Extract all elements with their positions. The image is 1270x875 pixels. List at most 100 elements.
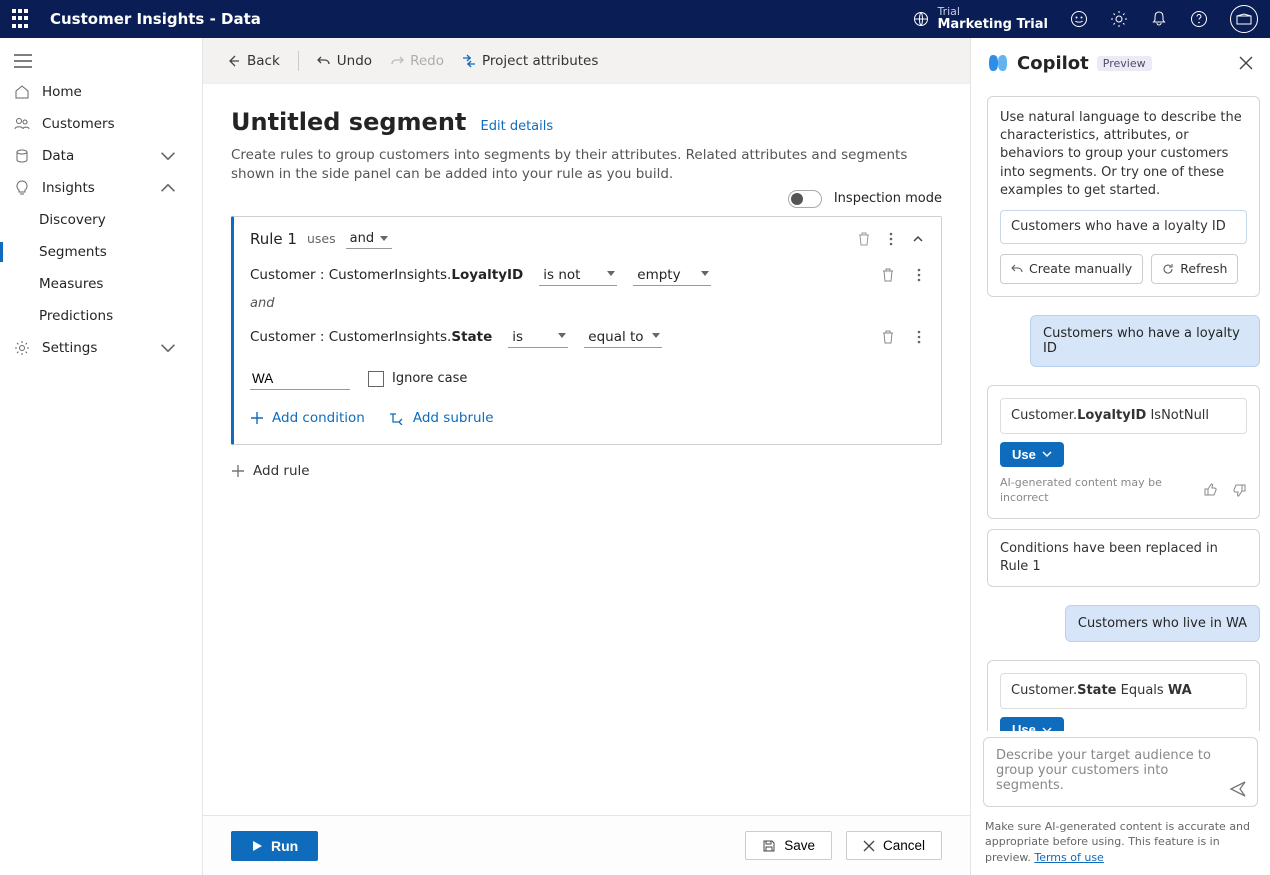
copilot-input-placeholder: Describe your target audience to group y… [996,748,1211,793]
more-icon[interactable] [917,329,921,345]
ignore-case-label: Ignore case [392,371,467,386]
avatar-icon [1236,13,1252,25]
project-attributes-button[interactable]: Project attributes [462,53,598,69]
save-label: Save [784,838,815,853]
use-label: Use [1012,722,1036,731]
feedback-icon[interactable] [1070,10,1088,28]
add-condition-button[interactable]: Add condition [250,410,365,426]
copilot-intro-text: Use natural language to describe the cha… [1000,109,1247,200]
back-button[interactable]: Back [227,53,280,69]
value-text: empty [637,267,680,283]
run-button[interactable]: Run [231,831,318,861]
help-icon[interactable] [1190,10,1208,28]
copilot-suggestion[interactable]: Customers who have a loyalty ID [1000,210,1247,244]
value-select[interactable]: equal to [584,327,662,348]
globe-icon [913,11,929,27]
gear-icon [14,340,30,356]
rule-uses-label: uses [307,231,336,246]
sidebar-item-insights[interactable]: Insights [0,172,202,204]
add-rule-button[interactable]: Add rule [231,463,942,479]
separator [298,51,299,71]
sidebar-item-predictions[interactable]: Predictions [0,300,202,332]
subrule-icon [389,411,405,425]
sidebar-toggle[interactable] [0,46,202,76]
more-icon[interactable] [889,231,893,247]
add-subrule-label: Add subrule [413,410,494,426]
sidebar-item-data[interactable]: Data [0,140,202,172]
value-input[interactable] [250,368,350,390]
sidebar-item-label: Home [42,84,82,100]
refresh-icon [1162,263,1174,275]
rule-card: Rule 1 uses and Customer : CustomerInsig… [231,216,942,445]
sidebar-item-label: Customers [42,116,115,132]
thumbs-up-icon[interactable] [1203,482,1219,498]
refresh-label: Refresh [1180,260,1227,278]
value-select[interactable]: empty [633,265,711,286]
user-message: Customers who have a loyalty ID [1030,315,1260,367]
add-subrule-button[interactable]: Add subrule [389,410,494,426]
sidebar-item-discovery[interactable]: Discovery [0,204,202,236]
condition-row: Customer : CustomerInsights.State is equ… [250,327,925,348]
rule-logic-value: and [350,231,374,246]
cancel-button[interactable]: Cancel [846,831,942,860]
copilot-intro-card: Use natural language to describe the cha… [987,96,1260,297]
sidebar-item-home[interactable]: Home [0,76,202,108]
trash-icon[interactable] [857,231,871,247]
undo-icon [1011,263,1023,275]
redo-button[interactable]: Redo [390,53,444,69]
thumbs-down-icon[interactable] [1231,482,1247,498]
ai-note: AI-generated content may be incorrect [1000,475,1191,506]
copilot-scroll[interactable]: Use natural language to describe the cha… [971,80,1270,731]
bell-icon[interactable] [1150,10,1168,28]
inspection-mode-toggle[interactable] [788,190,822,208]
trash-icon[interactable] [881,267,895,283]
segment-description: Create rules to group customers into seg… [231,146,931,184]
project-label: Project attributes [482,53,598,69]
sidebar-item-settings[interactable]: Settings [0,332,202,364]
data-icon [14,148,30,164]
sidebar-item-label: Discovery [39,212,106,228]
redo-label: Redo [410,53,444,69]
ignore-case-checkbox[interactable] [368,371,384,387]
and-label: and [250,296,925,311]
operator-select[interactable]: is [508,327,568,348]
avatar[interactable] [1230,5,1258,33]
condition-entity: Customer : CustomerInsights.State [250,329,492,345]
main: Back Undo Redo Project attributes Untitl… [203,38,970,875]
create-manually-button[interactable]: Create manually [1000,254,1143,284]
trash-icon[interactable] [881,329,895,345]
undo-button[interactable]: Undo [317,53,372,69]
terms-link[interactable]: Terms of use [1034,851,1103,864]
more-icon[interactable] [917,267,921,283]
sidebar-item-measures[interactable]: Measures [0,268,202,300]
condition-row: Customer : CustomerInsights.LoyaltyID is… [250,265,925,286]
close-icon[interactable] [1238,55,1254,71]
rule-logic-select[interactable]: and [346,229,392,249]
refresh-button[interactable]: Refresh [1151,254,1238,284]
sidebar-item-customers[interactable]: Customers [0,108,202,140]
app-launcher-icon[interactable] [12,9,32,29]
chevron-down-icon [160,340,176,356]
close-icon [863,840,875,852]
insights-icon [14,180,30,196]
use-button[interactable]: Use [1000,442,1064,467]
send-icon[interactable] [1229,780,1247,798]
edit-details-link[interactable]: Edit details [481,119,554,134]
operator-select[interactable]: is not [539,265,617,286]
save-button[interactable]: Save [745,831,832,860]
chevron-up-icon[interactable] [911,232,925,246]
operator-value: is not [543,267,580,283]
copilot-icon [987,52,1009,74]
command-bar: Back Undo Redo Project attributes [203,38,970,84]
chevron-down-icon [1042,725,1052,731]
use-button[interactable]: Use [1000,717,1064,731]
sidebar-item-label: Data [42,148,74,164]
rule-name: Rule 1 [250,230,297,248]
settings-icon[interactable] [1110,10,1128,28]
sidebar-item-segments[interactable]: Segments [0,236,202,268]
sidebar-item-label: Predictions [39,308,113,324]
copilot-input[interactable]: Describe your target audience to group y… [983,737,1258,807]
app-title: Customer Insights - Data [50,10,261,28]
environment-picker[interactable]: Trial Marketing Trial [913,6,1048,32]
create-manually-label: Create manually [1029,260,1132,278]
